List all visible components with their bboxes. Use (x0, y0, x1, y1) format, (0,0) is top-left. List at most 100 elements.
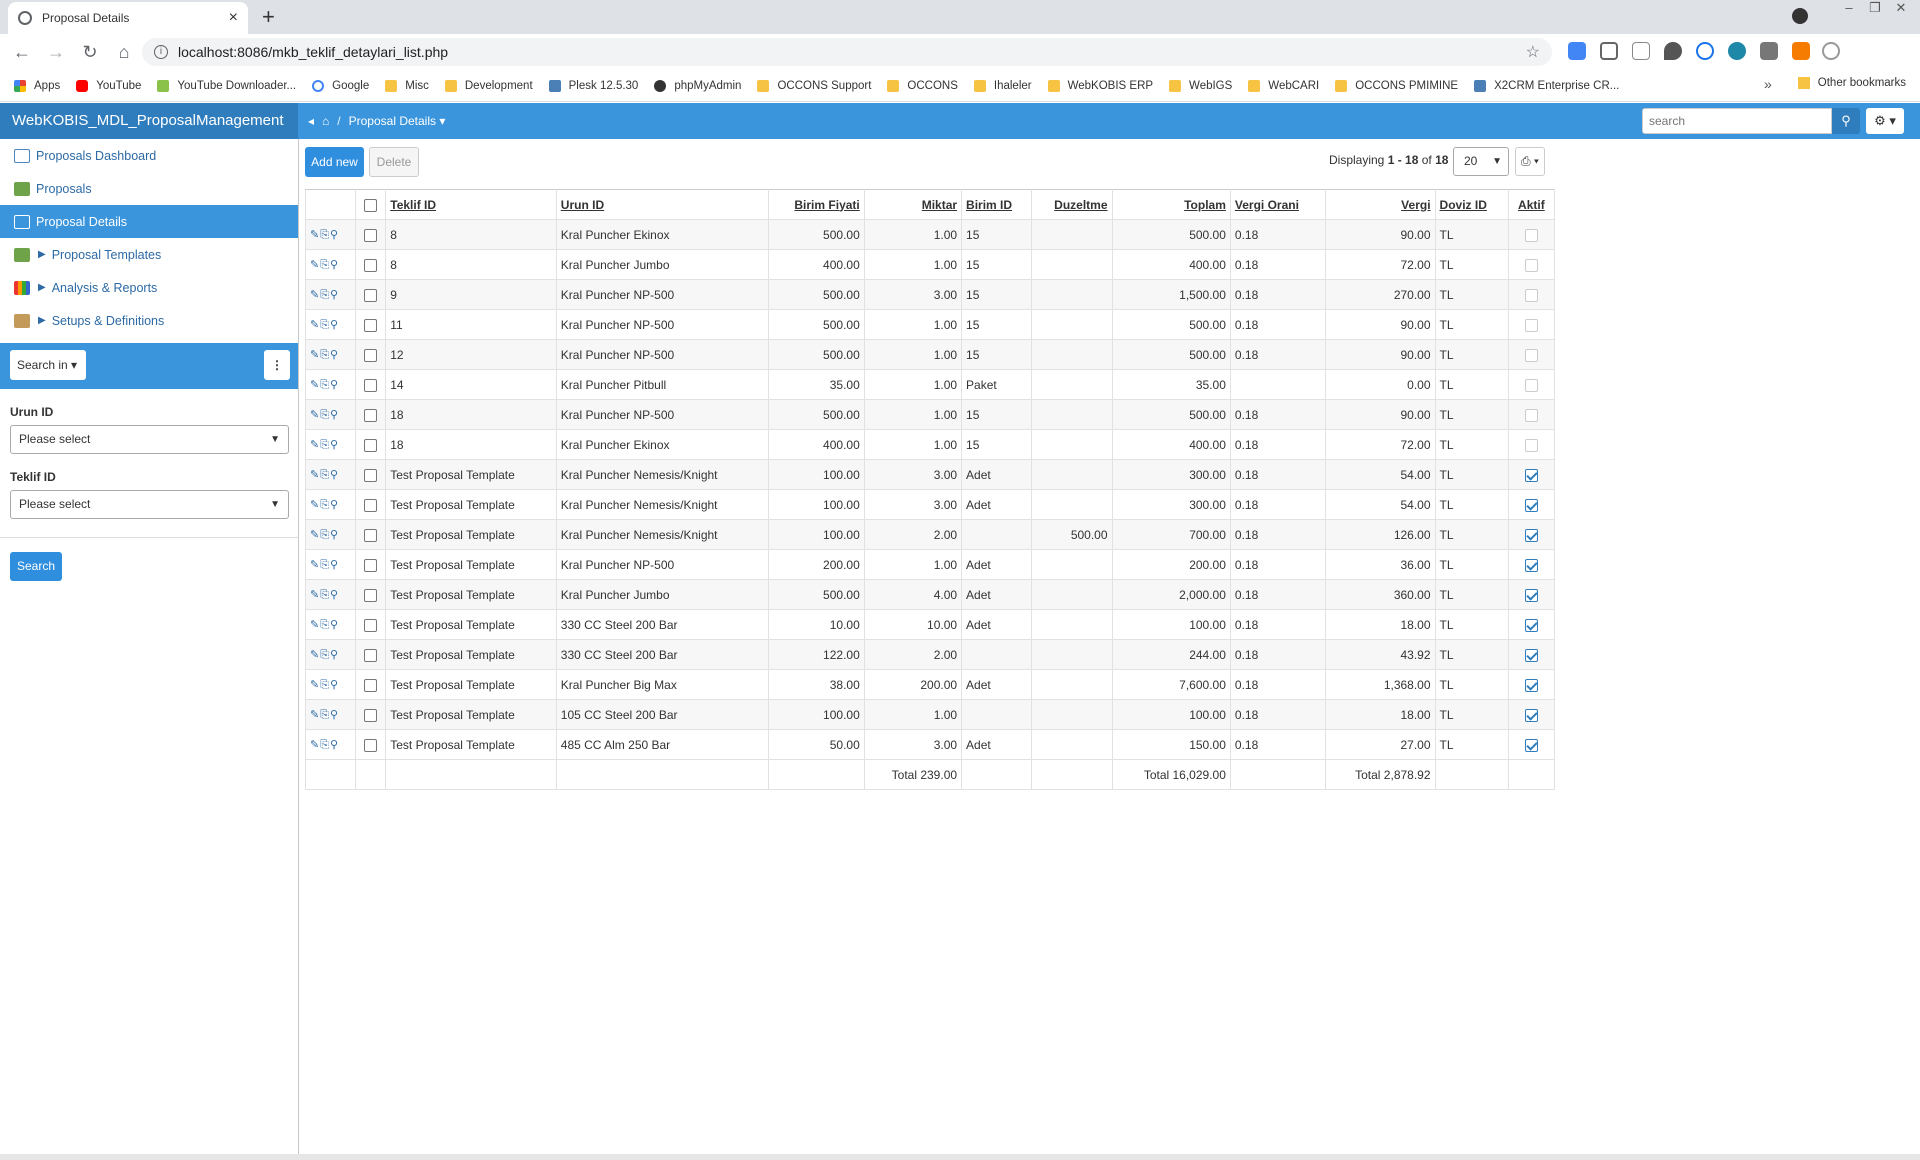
bookmark-webigs[interactable]: WebIGS (1169, 79, 1232, 92)
search-input[interactable] (1642, 108, 1832, 134)
edit-icon[interactable]: ✎ (310, 439, 320, 451)
view-icon[interactable]: ⚲ (330, 679, 339, 691)
view-icon[interactable]: ⚲ (330, 469, 339, 481)
edit-icon[interactable]: ✎ (310, 319, 320, 331)
forward-icon[interactable]: → (44, 42, 68, 63)
header-toplam[interactable]: Toplam (1111, 189, 1231, 220)
copy-icon[interactable]: ⎘ (320, 229, 330, 241)
bookmark-occons[interactable]: OCCONS (887, 79, 958, 92)
view-icon[interactable]: ⚲ (330, 259, 339, 271)
row-checkbox[interactable] (364, 708, 378, 722)
bookmark-youtube[interactable]: YouTube (76, 79, 141, 92)
calendar-extension-icon[interactable] (1760, 42, 1778, 60)
edit-icon[interactable]: ✎ (310, 289, 320, 301)
edit-icon[interactable]: ✎ (310, 469, 320, 481)
delete-button[interactable]: Delete (369, 147, 419, 177)
header-vergi-orani[interactable]: Vergi Orani (1229, 189, 1327, 220)
sidebar-item-proposal-details[interactable]: Proposal Details (0, 205, 298, 238)
row-checkbox[interactable] (364, 498, 378, 512)
home-icon[interactable]: ⌂ (112, 42, 136, 63)
minimize-icon[interactable]: – (1838, 0, 1860, 16)
home-icon[interactable]: ⌂ (322, 114, 329, 128)
view-icon[interactable]: ⚲ (330, 559, 339, 571)
bookmark-star-icon[interactable]: ☆ (1526, 42, 1540, 62)
edit-icon[interactable]: ✎ (310, 379, 320, 391)
view-icon[interactable]: ⚲ (330, 739, 339, 751)
page-size-select[interactable]: 20 ▼ (1453, 147, 1509, 176)
sidebar-item-analysis-reports[interactable]: ▶ Analysis & Reports (0, 271, 298, 304)
restore-icon[interactable]: ❐ (1864, 0, 1886, 16)
new-tab-icon[interactable]: + (262, 4, 275, 30)
header-aktif[interactable]: Aktif (1507, 189, 1556, 220)
bookmark-youtube-downloader[interactable]: YouTube Downloader... (157, 79, 296, 92)
sidebar-item-proposal-templates[interactable]: ▶ Proposal Templates (0, 238, 298, 271)
more-bookmarks-icon[interactable]: » (1764, 76, 1772, 92)
row-checkbox[interactable] (364, 438, 378, 452)
header-urun-id[interactable]: Urun ID (555, 189, 770, 220)
breadcrumb-current[interactable]: Proposal Details ▾ (349, 114, 446, 128)
bookmark-occons-pmimine[interactable]: OCCONS PMIMINE (1335, 79, 1458, 92)
copy-icon[interactable]: ⎘ (320, 379, 330, 391)
copy-icon[interactable]: ⎘ (320, 649, 330, 661)
pin-extension-icon[interactable] (1664, 42, 1682, 60)
browser-tab[interactable]: Proposal Details × (8, 2, 248, 34)
export-button[interactable]: ⎙ ▾ (1515, 147, 1545, 176)
view-icon[interactable]: ⚲ (330, 649, 339, 661)
edit-icon[interactable]: ✎ (310, 709, 320, 721)
view-icon[interactable]: ⚲ (330, 229, 339, 241)
copy-icon[interactable]: ⎘ (320, 529, 330, 541)
view-icon[interactable]: ⚲ (330, 409, 339, 421)
bookmark-plesk[interactable]: Plesk 12.5.30 (548, 79, 638, 92)
row-checkbox[interactable] (364, 618, 378, 632)
sidebar-item-proposals-dashboard[interactable]: Proposals Dashboard (0, 139, 298, 172)
edit-icon[interactable]: ✎ (310, 409, 320, 421)
header-birim-id[interactable]: Birim ID (961, 189, 1033, 220)
select-all-checkbox[interactable] (364, 198, 378, 212)
view-icon[interactable]: ⚲ (330, 529, 339, 541)
reload-icon[interactable]: ↻ (78, 42, 102, 63)
close-window-icon[interactable]: ✕ (1890, 0, 1912, 16)
copy-icon[interactable]: ⎘ (320, 439, 330, 451)
copy-icon[interactable]: ⎘ (320, 709, 330, 721)
copy-icon[interactable]: ⎘ (320, 319, 330, 331)
row-checkbox[interactable] (364, 648, 378, 662)
edit-icon[interactable]: ✎ (310, 589, 320, 601)
sidebar-item-proposals[interactable]: Proposals (0, 172, 298, 205)
copy-icon[interactable]: ⎘ (320, 589, 330, 601)
row-checkbox[interactable] (364, 378, 378, 392)
wikipedia-extension-icon[interactable] (1632, 42, 1650, 60)
view-icon[interactable]: ⚲ (330, 589, 339, 601)
copy-icon[interactable]: ⎘ (320, 409, 330, 421)
row-checkbox[interactable] (364, 678, 378, 692)
view-icon[interactable]: ⚲ (330, 319, 339, 331)
bookmark-misc[interactable]: Misc (385, 79, 429, 92)
sidebar-item-setups-definitions[interactable]: ▶ Setups & Definitions (0, 304, 298, 337)
row-checkbox[interactable] (364, 588, 378, 602)
back-icon[interactable]: ← (10, 42, 34, 63)
edit-icon[interactable]: ✎ (310, 349, 320, 361)
close-tab-icon[interactable]: × (229, 9, 238, 27)
view-icon[interactable]: ⚲ (330, 349, 339, 361)
row-checkbox[interactable] (364, 288, 378, 302)
bookmark-occons-support[interactable]: OCCONS Support (757, 79, 871, 92)
edit-icon[interactable]: ✎ (310, 619, 320, 631)
row-checkbox[interactable] (364, 228, 378, 242)
copy-icon[interactable]: ⎘ (320, 469, 330, 481)
site-info-icon[interactable]: i (154, 45, 168, 59)
translate-extension-icon[interactable] (1568, 42, 1586, 60)
copy-icon[interactable]: ⎘ (320, 679, 330, 691)
tab-search-icon[interactable] (1792, 8, 1808, 24)
view-icon[interactable]: ⚲ (330, 499, 339, 511)
edit-icon[interactable]: ✎ (310, 739, 320, 751)
header-vergi[interactable]: Vergi (1325, 189, 1436, 220)
view-icon[interactable]: ⚲ (330, 439, 339, 451)
ring-extension-icon[interactable] (1822, 42, 1840, 60)
add-new-button[interactable]: Add new (305, 147, 364, 177)
infinity-extension-icon[interactable] (1696, 42, 1714, 60)
row-checkbox[interactable] (364, 408, 378, 422)
bookmark-ihaleler[interactable]: Ihaleler (973, 79, 1032, 92)
view-icon[interactable]: ⚲ (330, 619, 339, 631)
copy-icon[interactable]: ⎘ (320, 559, 330, 571)
teklif-id-select[interactable]: Please select ▼ (10, 490, 289, 519)
row-checkbox[interactable] (364, 558, 378, 572)
